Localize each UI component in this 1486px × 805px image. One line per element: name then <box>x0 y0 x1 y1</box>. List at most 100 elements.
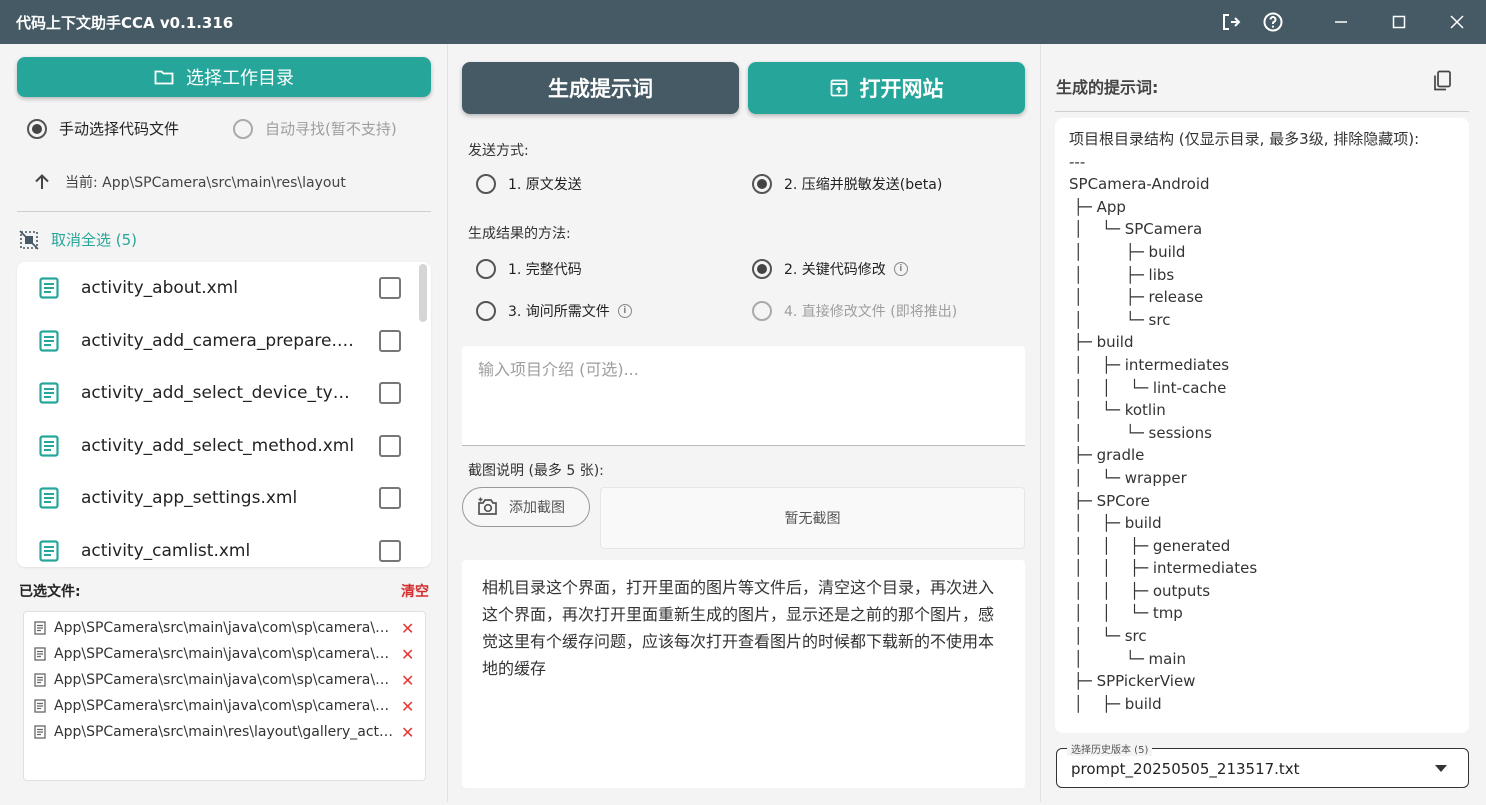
current-path-text: 当前: App\SPCamera\src\main\res\layout <box>65 175 346 191</box>
selected-file-path: App\SPCamera\src\main\res\layout\gallery… <box>54 724 394 740</box>
open-website-button[interactable]: 打开网站 <box>748 62 1025 114</box>
window-title: 代码上下文助手CCA v0.1.316 <box>16 13 234 32</box>
remove-icon[interactable]: ✕ <box>401 697 414 716</box>
maximize-button[interactable] <box>1370 0 1428 44</box>
result-key-changes-option[interactable]: 2. 关键代码修改 i <box>752 259 908 279</box>
history-version-value: prompt_20250505_213517.txt <box>1071 760 1300 778</box>
issue-description-field[interactable]: 相机目录这个界面，打开里面的图片等文件后，清空这个目录，再次进入这个界面，再次打… <box>462 560 1025 788</box>
logout-icon[interactable] <box>1210 0 1252 44</box>
mode-manual-radio[interactable] <box>27 118 47 139</box>
send-compressed-option[interactable]: 2. 压缩并脱敏发送(beta) <box>752 174 942 194</box>
choose-directory-label: 选择工作目录 <box>186 68 294 89</box>
selected-file-path: App\SPCamera\src\main\java\com\sp\camera… <box>54 620 394 636</box>
minimize-button[interactable] <box>1312 0 1370 44</box>
selected-file-item: App\SPCamera\src\main\java\com\sp\camera… <box>24 667 425 693</box>
current-path: 当前: App\SPCamera\src\main\res\layout <box>33 172 346 192</box>
arrow-up-icon[interactable] <box>33 173 51 191</box>
file-checkbox[interactable] <box>379 487 401 510</box>
send-original-label: 1. 原文发送 <box>508 177 582 193</box>
selected-file-path: App\SPCamera\src\main\java\com\sp\camera… <box>54 646 394 662</box>
folder-icon <box>154 68 174 86</box>
result-key-changes-label: 2. 关键代码修改 <box>784 262 886 278</box>
result-direct-edit-radio <box>752 301 772 321</box>
no-screenshot-text: 暂无截图 <box>784 511 841 527</box>
dropdown-arrow-icon[interactable] <box>1435 765 1447 772</box>
result-ask-files-radio[interactable] <box>476 301 496 321</box>
close-button[interactable] <box>1428 0 1486 44</box>
file-icon <box>34 621 46 635</box>
file-list-item[interactable]: activity_add_camera_prepare.xml <box>17 315 431 368</box>
remove-icon[interactable]: ✕ <box>401 619 414 638</box>
file-list-item[interactable]: activity_app_settings.xml <box>17 472 431 525</box>
send-original-option[interactable]: 1. 原文发送 <box>476 174 582 194</box>
title-bar: 代码上下文助手CCA v0.1.316 <box>0 0 1486 44</box>
file-list-scrollbar[interactable] <box>419 264 427 322</box>
help-icon[interactable] <box>1252 0 1294 44</box>
result-direct-edit-option: 4. 直接修改文件 (即将推出) <box>752 301 957 321</box>
selected-files-label: 已选文件: <box>19 584 81 600</box>
document-icon <box>39 487 59 509</box>
send-mode-label: 发送方式: <box>468 143 529 159</box>
generated-prompt-text: 项目根目录结构 (仅显示目录, 最多3级, 排除隐藏项): --- SPCame… <box>1069 130 1420 713</box>
file-checkbox[interactable] <box>379 539 401 562</box>
file-list-item[interactable]: activity_about.xml <box>17 262 431 315</box>
remove-icon[interactable]: ✕ <box>401 671 414 690</box>
file-icon <box>34 725 46 739</box>
result-ask-files-option[interactable]: 3. 询问所需文件 i <box>476 301 632 321</box>
send-original-radio[interactable] <box>476 174 496 194</box>
file-list-item[interactable]: activity_add_select_method.xml <box>17 420 431 473</box>
history-version-label: 选择历史版本 (5) <box>1067 741 1153 756</box>
mode-manual-option[interactable]: 手动选择代码文件 <box>27 118 179 139</box>
file-checkbox[interactable] <box>379 382 401 405</box>
send-compressed-radio[interactable] <box>752 174 772 194</box>
deselect-all-label: 取消全选 (5) <box>51 231 138 249</box>
screenshot-area: 暂无截图 <box>600 487 1025 549</box>
result-key-changes-radio[interactable] <box>752 259 772 279</box>
file-checkbox[interactable] <box>379 329 401 352</box>
generated-prompt-title: 生成的提示词: <box>1056 78 1159 97</box>
selected-file-item: App\SPCamera\src\main\java\com\sp\camera… <box>24 693 425 719</box>
left-panel: 选择工作目录 手动选择代码文件 自动寻找(暂不支持) 当前: App\SPCam… <box>3 44 446 802</box>
open-website-label: 打开网站 <box>859 77 944 101</box>
issue-description-text: 相机目录这个界面，打开里面的图片等文件后，清空这个目录，再次进入这个界面，再次打… <box>482 578 995 678</box>
add-screenshot-label: 添加截图 <box>509 500 565 516</box>
selected-file-item: App\SPCamera\src\main\java\com\sp\camera… <box>24 615 425 641</box>
mode-auto-label: 自动寻找(暂不支持) <box>265 120 397 138</box>
generated-prompt-box[interactable]: 项目根目录结构 (仅显示目录, 最多3级, 排除隐藏项): --- SPCame… <box>1055 118 1469 733</box>
copy-icon[interactable] <box>1432 70 1452 92</box>
selected-file-item: App\SPCamera\src\main\res\layout\gallery… <box>24 719 425 745</box>
file-name: activity_add_select_device_type.xml <box>81 383 356 404</box>
result-full-code-radio[interactable] <box>476 259 496 279</box>
remove-icon[interactable]: ✕ <box>401 723 414 742</box>
file-icon <box>34 647 46 661</box>
add-screenshot-button[interactable]: 添加截图 <box>462 487 590 527</box>
file-icon <box>34 699 46 713</box>
generate-prompt-button[interactable]: 生成提示词 <box>462 62 739 114</box>
result-ask-files-label: 3. 询问所需文件 <box>508 304 610 320</box>
screenshot-label: 截图说明 (最多 5 张): <box>468 463 604 479</box>
file-list-item[interactable]: activity_camlist.xml <box>17 525 431 568</box>
document-icon <box>39 277 59 299</box>
remove-icon[interactable]: ✕ <box>401 645 414 664</box>
clear-selected-button[interactable]: 清空 <box>401 581 429 601</box>
result-method-label: 生成结果的方法: <box>468 226 571 242</box>
info-icon[interactable]: i <box>893 262 908 276</box>
middle-panel: 生成提示词 打开网站 发送方式: 1. 原文发送 2. 压缩并脱敏发送(beta… <box>447 44 1039 802</box>
info-icon[interactable]: i <box>617 304 632 318</box>
file-list-item[interactable]: activity_add_select_device_type.xml <box>17 367 431 420</box>
file-checkbox[interactable] <box>379 434 401 457</box>
add-photo-icon <box>477 497 499 517</box>
mode-auto-radio <box>233 118 253 139</box>
file-name: activity_app_settings.xml <box>81 488 298 509</box>
deselect-all-button[interactable]: 取消全选 (5) <box>19 229 137 250</box>
project-intro-input[interactable] <box>462 346 1025 393</box>
result-full-code-option[interactable]: 1. 完整代码 <box>476 259 582 279</box>
choose-directory-button[interactable]: 选择工作目录 <box>17 57 431 97</box>
project-intro-field[interactable] <box>462 346 1025 446</box>
file-list: activity_about.xml activity_add_camera_p… <box>17 262 431 567</box>
document-icon <box>39 540 59 562</box>
file-checkbox[interactable] <box>379 277 401 300</box>
document-icon <box>39 382 59 404</box>
document-icon <box>39 330 59 352</box>
history-version-select[interactable]: 选择历史版本 (5) prompt_20250505_213517.txt <box>1056 741 1469 788</box>
